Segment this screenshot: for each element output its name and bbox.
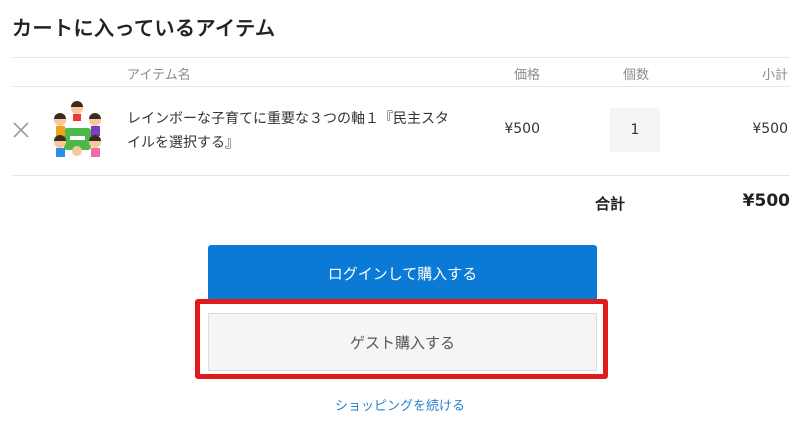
header-quantity: 個数 [622,68,649,83]
header-price: 価格 [513,68,540,83]
header-item-name: アイテム名 [127,68,191,83]
divider [12,175,790,176]
quantity-field[interactable]: 1 [610,108,660,152]
header-subtotal: 小計 [761,68,788,83]
total-label: 合計 [595,195,626,213]
item-subtotal: ¥500 [752,121,788,137]
divider [12,57,790,58]
total-value: ¥500 [742,191,790,211]
page-title: カートに入っているアイテム [12,16,276,40]
divider [12,86,790,87]
continue-shopping-link[interactable]: ショッピングを続ける [0,395,800,414]
close-icon[interactable] [12,121,30,139]
item-name[interactable]: レインボーな子育てに重要な３つの軸１『民主スタイルを選択する』 [127,107,457,155]
guest-purchase-button[interactable]: ゲスト購入する [208,313,597,371]
login-purchase-button[interactable]: ログインして購入する [208,245,597,301]
children-illustration-icon[interactable] [50,98,105,158]
item-price: ¥500 [504,121,540,137]
